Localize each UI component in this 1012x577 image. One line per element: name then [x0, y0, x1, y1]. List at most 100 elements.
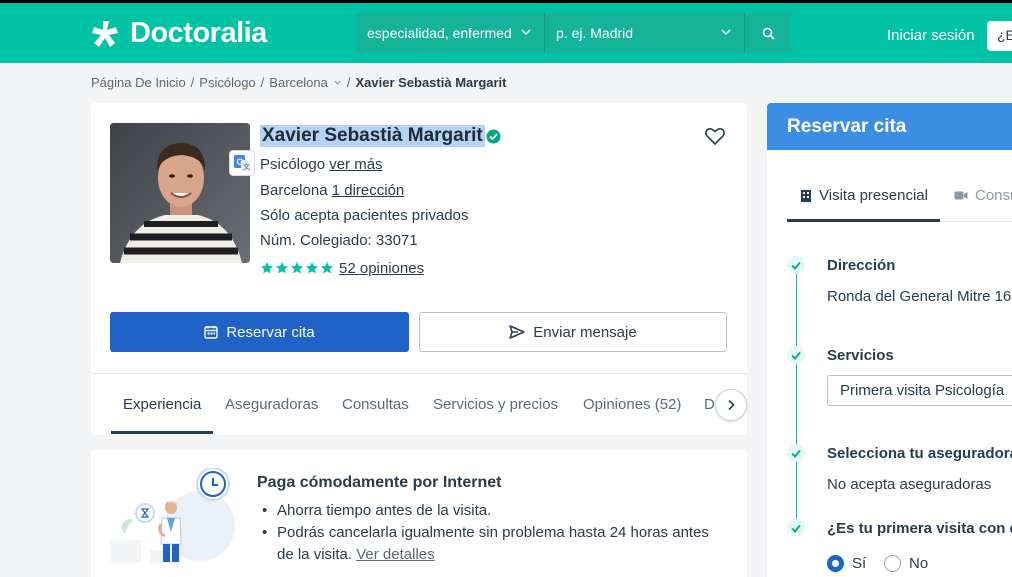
tab-experiencia[interactable]: Experiencia [123, 396, 201, 413]
private-patients-note: Sólo acepta pacientes privados [260, 207, 469, 224]
send-icon [509, 325, 526, 339]
radio-no[interactable] [884, 555, 901, 572]
booking-panel: Reservar cita Visita presencial Consu Di… [767, 103, 1012, 577]
active-booking-tab-indicator [787, 219, 940, 222]
profile-tabs: Experiencia Aseguradoras Consultas Servi… [91, 373, 747, 435]
reviews-link[interactable]: 52 opiniones [339, 260, 424, 277]
message-button-label: Enviar mensaje [533, 323, 637, 341]
tab-online-label: Consu [975, 187, 1012, 204]
specialty-input[interactable]: especialidad, enfermed [356, 13, 545, 53]
tab-opiniones[interactable]: Opiniones (52) [583, 396, 681, 413]
tab-online-visit[interactable]: Consu [954, 187, 1012, 204]
service-select[interactable]: Primera visita Psicología [827, 375, 1012, 406]
list-item: Podrás cancelarla igualmente sin problem… [257, 522, 727, 566]
google-translate-icon[interactable]: G 文 [229, 150, 255, 176]
step-complete-check-icon [787, 346, 805, 364]
login-link[interactable]: Iniciar sesión [887, 27, 975, 44]
doctor-photo [110, 123, 250, 263]
favorite-heart-icon[interactable] [704, 125, 726, 147]
translate-icon: G 文 [234, 155, 250, 171]
tab-truncated[interactable]: D [704, 396, 715, 413]
breadcrumb-home[interactable]: Página De Inicio [91, 75, 186, 90]
step-complete-check-icon [787, 256, 805, 274]
yes-label: Sí [852, 555, 867, 572]
verified-badge-icon [486, 129, 501, 144]
breadcrumb-current: Xavier Sebastià Margarit [355, 75, 507, 90]
license-number: Núm. Colegiado: 33071 [260, 232, 418, 249]
tab-servicios-precios[interactable]: Servicios y precios [433, 396, 558, 413]
benefit-text-cont: de la visita. [277, 546, 353, 563]
see-more-link[interactable]: ver más [329, 156, 382, 173]
location-placeholder: p. ej. Madrid [556, 25, 634, 41]
book-appointment-button[interactable]: Reservar cita [110, 312, 409, 352]
breadcrumb-separator: / [190, 75, 195, 90]
book-button-label: Reservar cita [226, 323, 315, 341]
chevron-right-icon [728, 399, 735, 411]
online-payment-card: Paga cómodamente por Internet Ahorra tie… [91, 450, 747, 577]
breadcrumb: Página De Inicio / Psicólogo / Barcelona… [91, 75, 507, 90]
breadcrumb-separator: / [260, 75, 265, 90]
video-camera-icon [954, 191, 968, 200]
insurance-value: No acepta aseguradoras [827, 476, 992, 493]
tab-aseguradoras[interactable]: Aseguradoras [225, 396, 318, 413]
insurance-step-title: Selecciona tu aseguradora [827, 445, 1012, 462]
address-value: Ronda del General Mitre 16 [827, 288, 1012, 305]
doctor-name: Xavier Sebastià Margarit [260, 125, 485, 147]
services-step-title: Servicios [827, 347, 894, 364]
breadcrumb-specialty[interactable]: Psicólogo [199, 75, 255, 90]
breadcrumb-separator: / [346, 75, 351, 90]
doctoralia-logo-icon [92, 20, 118, 47]
address-link[interactable]: 1 dirección [332, 182, 405, 199]
avatar [110, 123, 250, 263]
star-icon [321, 262, 333, 274]
first-visit-yes-option[interactable]: Sí [827, 555, 866, 572]
step-complete-check-icon [787, 519, 805, 537]
star-icon [306, 262, 318, 274]
chevron-down-icon [521, 29, 531, 36]
star-icon [291, 262, 303, 274]
svg-text:文: 文 [243, 162, 250, 171]
star-icon [276, 262, 288, 274]
search-button[interactable] [745, 13, 791, 53]
search-icon [762, 27, 775, 40]
top-navbar: Doctoralia especialidad, enfermed p. ej.… [0, 0, 1012, 63]
step-complete-check-icon [787, 444, 805, 462]
brand-logo[interactable]: Doctoralia [90, 17, 267, 50]
brand-name: Doctoralia [130, 17, 267, 49]
location-input[interactable]: p. ej. Madrid [545, 13, 745, 53]
no-label: No [909, 555, 929, 572]
active-tab-indicator [111, 431, 213, 434]
first-visit-step-title: ¿Es tu primera visita con es [827, 520, 1012, 537]
steps-timeline [796, 271, 797, 526]
booking-header: Reservar cita [767, 103, 1012, 150]
register-button[interactable]: ¿E [987, 21, 1012, 51]
building-icon [801, 190, 811, 202]
breadcrumb-city[interactable]: Barcelona [269, 75, 328, 90]
profile-card: G 文 Xavier Sebastià Margarit Psicólogo v… [91, 103, 747, 435]
list-item: Ahorra tiempo antes de la visita. [257, 500, 727, 522]
specialty-line: Psicólogo ver más [260, 156, 383, 173]
address-step-title: Dirección [827, 257, 896, 274]
benefit-text: Ahorra tiempo antes de la visita. [277, 502, 492, 519]
chevron-down-icon [721, 29, 731, 36]
benefit-text: Podrás cancelarla igualmente sin problem… [277, 524, 709, 541]
send-message-button[interactable]: Enviar mensaje [419, 312, 727, 352]
see-details-link[interactable]: Ver detalles [356, 546, 434, 563]
calendar-icon [204, 326, 219, 339]
online-payment-illustration [111, 468, 235, 563]
chevron-down-icon[interactable] [333, 78, 342, 87]
booking-title: Reservar cita [787, 116, 907, 137]
specialty-text: Psicólogo [260, 156, 326, 173]
tab-in-person-label: Visita presencial [819, 187, 928, 204]
search-bar: especialidad, enfermed p. ej. Madrid [356, 13, 791, 53]
tab-consultas[interactable]: Consultas [342, 396, 409, 413]
tabs-scroll-right-button[interactable] [715, 389, 747, 421]
first-visit-no-option[interactable]: No [884, 555, 928, 572]
star-icon [261, 262, 273, 274]
rating-stars [260, 261, 334, 275]
tab-in-person-visit[interactable]: Visita presencial [800, 187, 928, 204]
specialty-placeholder: especialidad, enfermed [367, 25, 512, 41]
radio-yes[interactable] [827, 555, 844, 572]
payment-title: Paga cómodamente por Internet [257, 474, 502, 491]
city-text: Barcelona [260, 182, 328, 199]
